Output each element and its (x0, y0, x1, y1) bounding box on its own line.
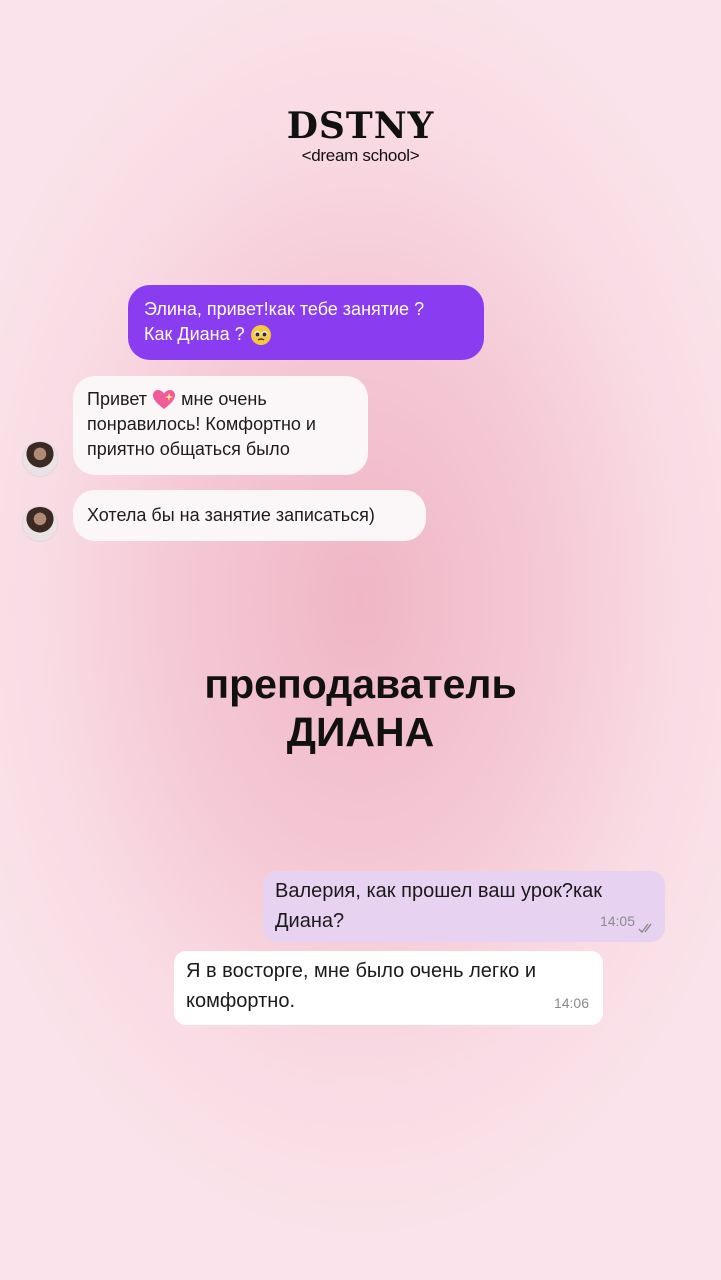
message-text: Как Диана ? (144, 324, 245, 344)
message-text: Привет (87, 389, 148, 409)
received-message-bubble: Я в восторге, мне было очень легко и ком… (174, 951, 603, 1025)
message-text: Я в восторге, мне было очень легко и ком… (186, 960, 537, 1012)
double-check-icon (638, 923, 652, 934)
contact-avatar[interactable] (22, 506, 58, 542)
sparkling-heart-emoji-icon (153, 390, 176, 410)
pleading-face-emoji-icon (250, 325, 271, 346)
message-time: 14:06 (553, 995, 589, 1011)
message-text: Валерия, как прошел ваш урок?как Диана? (275, 880, 603, 932)
received-message-bubble: Хотела бы на занятие записаться) (73, 490, 426, 541)
message-text-line: Как Диана ? (144, 322, 468, 347)
message-text-line: приятно общаться было (87, 439, 290, 459)
heading-line: преподаватель (204, 661, 517, 707)
page-heading: преподаватель ДИАНА (0, 660, 721, 756)
contact-avatar[interactable] (22, 441, 58, 477)
received-message-bubble: Привет мне очень понравилось! Комфортно … (73, 376, 368, 475)
brand-logo: DSTNY <dream school> (0, 106, 721, 166)
message-text-line: Элина, привет!как тебе занятие ? (144, 299, 425, 319)
sent-message-bubble: Валерия, как прошел ваш урок?как Диана? … (263, 871, 665, 942)
logo-title: DSTNY (286, 105, 435, 147)
logo-subtitle: <dream school> (301, 146, 420, 165)
message-text-line: понравилось! Комфортно и (87, 414, 316, 434)
message-time: 14:05 (599, 913, 635, 929)
message-text: Хотела бы на занятие записаться) (87, 505, 375, 525)
heading-line: ДИАНА (286, 709, 435, 755)
sent-message-bubble: Элина, привет!как тебе занятие ? Как Диа… (128, 285, 484, 360)
message-text: мне очень (181, 389, 267, 409)
message-text-line: Привет мне очень (87, 387, 354, 412)
